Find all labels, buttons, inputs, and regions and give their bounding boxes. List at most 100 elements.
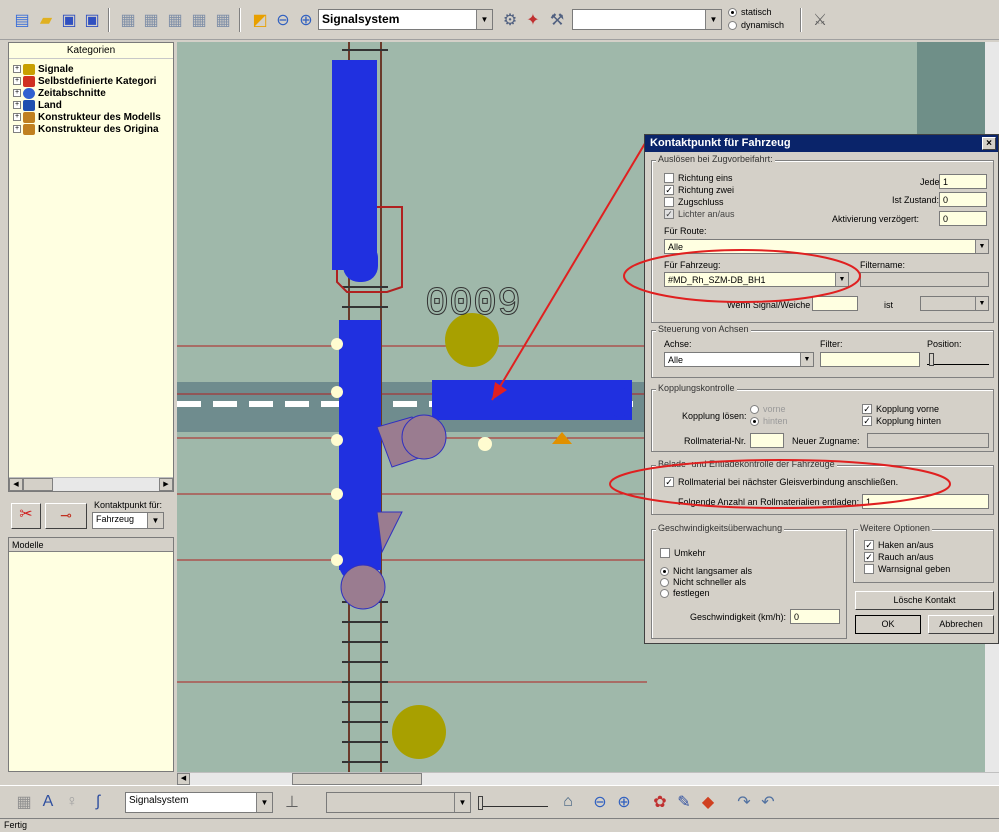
- not-faster-radio[interactable]: Nicht schneller als: [660, 577, 746, 587]
- undo-icon[interactable]: ↷: [734, 792, 754, 812]
- expand-icon[interactable]: +: [13, 65, 21, 73]
- bottom-slider[interactable]: [478, 796, 548, 810]
- chevron-down-icon[interactable]: ▼: [256, 793, 272, 812]
- vehicle-select[interactable]: #MD_Rh_SZM-DB_BH1 ▼: [664, 272, 849, 287]
- scroll-left-icon[interactable]: ◀: [177, 773, 190, 785]
- zoom-out-icon[interactable]: ⊖: [590, 792, 610, 812]
- couple-front-checkbox[interactable]: ✓ Kopplung vorne: [862, 404, 939, 414]
- zoom-in-icon[interactable]: ⊕: [614, 792, 634, 812]
- direction-two-checkbox[interactable]: ✓ Richtung zwei: [664, 185, 734, 195]
- tree-item-custom-category[interactable]: + Selbstdefinierte Kategori: [9, 75, 173, 87]
- delay-input[interactable]: 0: [939, 211, 987, 226]
- chevron-down-icon[interactable]: ▼: [835, 273, 848, 286]
- tree-item-signale[interactable]: + Signale: [9, 63, 173, 75]
- new-file-icon[interactable]: ▤: [12, 10, 32, 30]
- vehicle-tool-icon[interactable]: ⚒: [547, 10, 567, 30]
- tree-item-model-author[interactable]: + Konstrukteur des Modells: [9, 111, 173, 123]
- lights-checkbox[interactable]: ✓ Lichter an/aus: [664, 209, 735, 219]
- warn-checkbox[interactable]: Warnsignal geben: [864, 564, 950, 574]
- couple-rear-checkbox[interactable]: ✓ Kopplung hinten: [862, 416, 941, 426]
- chevron-down-icon[interactable]: ▼: [975, 240, 988, 253]
- duplicate-icon[interactable]: ▦: [189, 10, 209, 30]
- static-radio[interactable]: statisch: [728, 7, 772, 17]
- rolling-nr-input[interactable]: [750, 433, 784, 448]
- scrollbar-thumb[interactable]: [23, 478, 53, 491]
- bottom-empty-combo[interactable]: ▼: [326, 792, 471, 813]
- paste-icon[interactable]: ▦: [141, 10, 161, 30]
- copy-icon[interactable]: ▦: [118, 10, 138, 30]
- slider-thumb[interactable]: [929, 353, 934, 366]
- save-as-icon[interactable]: ▣: [82, 10, 102, 30]
- save-icon[interactable]: ▣: [59, 10, 79, 30]
- cancel-button[interactable]: Abbrechen: [928, 615, 994, 634]
- chevron-down-icon[interactable]: ▼: [975, 297, 988, 310]
- state-input[interactable]: 0: [939, 192, 987, 207]
- lightbulb-icon[interactable]: ♀: [62, 792, 82, 812]
- smoke-checkbox[interactable]: ✓ Rauch an/aus: [864, 552, 934, 562]
- open-folder-icon[interactable]: ▰: [36, 10, 56, 30]
- scroll-left-icon[interactable]: ◀: [9, 478, 23, 491]
- tree-item-original-author[interactable]: + Konstrukteur des Origina: [9, 123, 173, 135]
- expand-icon[interactable]: +: [13, 113, 21, 121]
- not-slower-radio[interactable]: Nicht langsamer als: [660, 566, 752, 576]
- filtername-input[interactable]: [860, 272, 989, 287]
- release-rear-radio[interactable]: hinten: [750, 416, 788, 426]
- cut-icon[interactable]: ▦: [165, 10, 185, 30]
- bottom-signalsystem-combo[interactable]: Signalsystem ▼: [125, 792, 273, 813]
- unload-count-input[interactable]: 1: [862, 494, 989, 509]
- chevron-down-icon[interactable]: ▼: [800, 353, 813, 366]
- delete-contact-button[interactable]: Lösche Kontakt: [855, 591, 994, 610]
- chevron-down-icon[interactable]: ▼: [476, 10, 492, 29]
- selection-combo[interactable]: ▼: [572, 9, 722, 30]
- contact-point-icon[interactable]: ⊸: [45, 503, 87, 529]
- direction-one-checkbox[interactable]: Richtung eins: [664, 173, 733, 183]
- vehicle-type-select[interactable]: Fahrzeug ▼: [92, 512, 164, 529]
- speed-input[interactable]: 0: [790, 609, 840, 624]
- attach-rolling-checkbox[interactable]: ✓ Rollmaterial bei nächster Gleisverbindu…: [664, 477, 898, 487]
- new-train-input[interactable]: [867, 433, 989, 448]
- redo-icon[interactable]: ↶: [758, 792, 778, 812]
- expand-icon[interactable]: +: [13, 77, 21, 85]
- axle-select[interactable]: Alle ▼: [664, 352, 814, 367]
- expand-icon[interactable]: +: [13, 89, 21, 97]
- image-icon[interactable]: ◩: [250, 10, 270, 30]
- text-tool-icon[interactable]: A: [38, 792, 58, 812]
- hook-checkbox[interactable]: ✓ Haken an/aus: [864, 540, 934, 550]
- every-input[interactable]: 1: [939, 174, 987, 189]
- close-button[interactable]: ×: [982, 137, 996, 150]
- reverse-checkbox[interactable]: Umkehr: [660, 548, 706, 558]
- dynamic-radio[interactable]: dynamisch: [728, 20, 784, 30]
- expand-icon[interactable]: +: [13, 125, 21, 133]
- zoom-out-icon[interactable]: ⊖: [273, 10, 293, 30]
- axle-filter-input[interactable]: [820, 352, 920, 367]
- tree-item-land[interactable]: + Land: [9, 99, 173, 111]
- ok-button[interactable]: OK: [855, 615, 921, 634]
- position-slider[interactable]: [927, 353, 989, 366]
- delete-contact-icon[interactable]: ✂: [11, 503, 41, 529]
- canvas-horizontal-scrollbar[interactable]: ◀: [177, 772, 999, 785]
- signalsystem-combo[interactable]: Signalsystem ▼: [318, 9, 493, 30]
- tree-item-time-periods[interactable]: + Zeitabschnitte: [9, 87, 173, 99]
- curve-icon[interactable]: ʃ: [88, 792, 108, 812]
- cube-icon[interactable]: ◆: [698, 792, 718, 812]
- slider-thumb[interactable]: [478, 796, 483, 810]
- zoom-in-icon[interactable]: ⊕: [296, 10, 316, 30]
- track-tool-icon[interactable]: ✦: [523, 10, 543, 30]
- edit-icon[interactable]: ✎: [674, 792, 694, 812]
- move-icon[interactable]: ▦: [213, 10, 233, 30]
- scrollbar-thumb[interactable]: [292, 773, 422, 785]
- chevron-down-icon[interactable]: ▼: [705, 10, 721, 29]
- signal-tool-icon[interactable]: ⚙: [500, 10, 520, 30]
- grid-icon[interactable]: ▦: [14, 792, 34, 812]
- tools-icon[interactable]: ⚔: [810, 10, 830, 30]
- chevron-down-icon[interactable]: ▼: [147, 513, 163, 528]
- route-select[interactable]: Alle ▼: [664, 239, 989, 254]
- camera-icon[interactable]: ⌂: [558, 792, 578, 812]
- chevron-down-icon[interactable]: ▼: [454, 793, 470, 812]
- release-front-radio[interactable]: vorne: [750, 404, 786, 414]
- effects-icon[interactable]: ✿: [650, 792, 670, 812]
- expand-icon[interactable]: +: [13, 101, 21, 109]
- position-tool-icon[interactable]: ⊥: [282, 792, 302, 812]
- signal-input[interactable]: [812, 296, 858, 311]
- scroll-right-icon[interactable]: ▶: [159, 478, 173, 491]
